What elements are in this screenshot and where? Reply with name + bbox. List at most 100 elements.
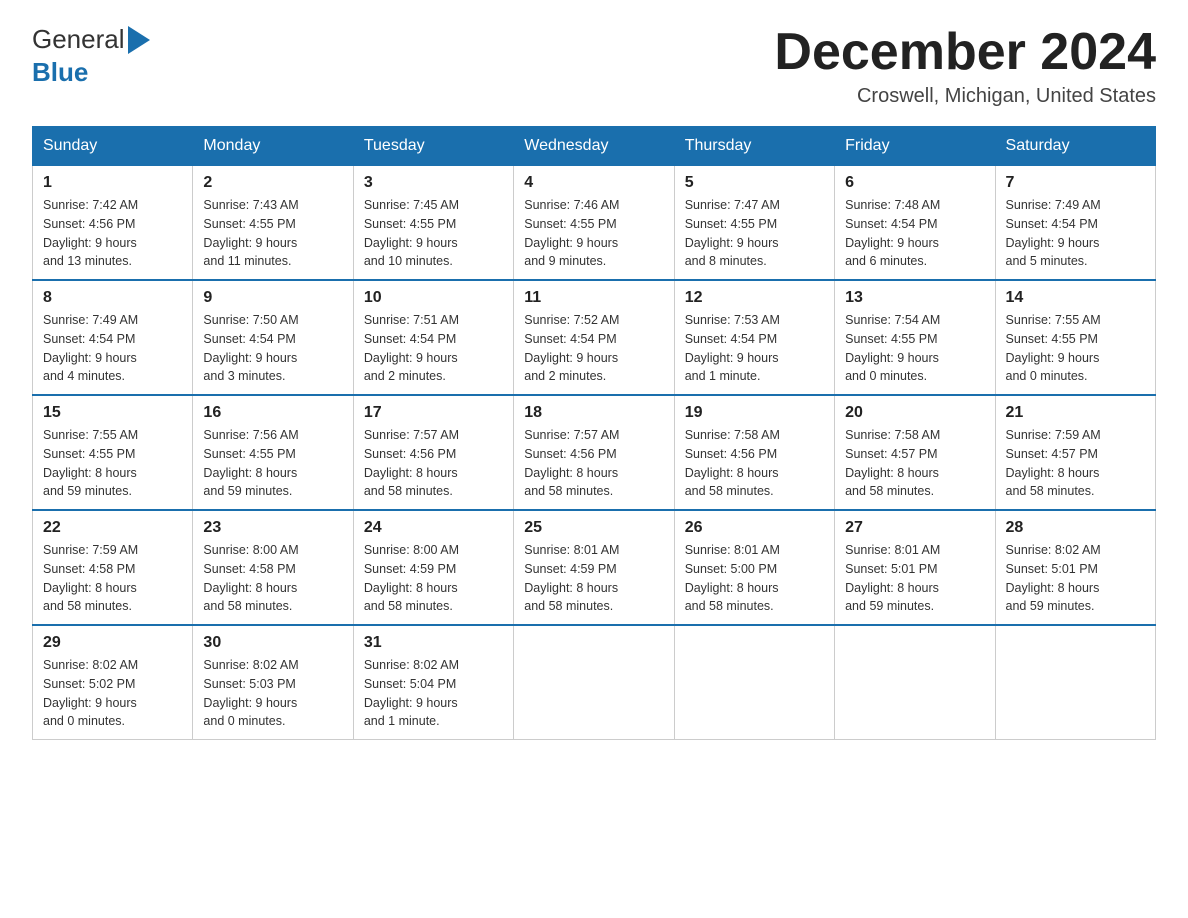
day-number: 15 (43, 404, 182, 422)
logo-blue: Blue (32, 57, 88, 88)
day-number: 10 (364, 289, 503, 307)
day-number: 25 (524, 519, 663, 537)
day-info: Sunrise: 7:53 AMSunset: 4:54 PMDaylight:… (685, 311, 824, 386)
weekday-header-thursday: Thursday (674, 127, 834, 166)
calendar-day-11: 11 Sunrise: 7:52 AMSunset: 4:54 PMDayligh… (514, 280, 674, 395)
day-info: Sunrise: 7:51 AMSunset: 4:54 PMDaylight:… (364, 311, 503, 386)
calendar-day-27: 27 Sunrise: 8:01 AMSunset: 5:01 PMDayligh… (835, 510, 995, 625)
day-number: 6 (845, 174, 984, 192)
day-info: Sunrise: 7:47 AMSunset: 4:55 PMDaylight:… (685, 196, 824, 271)
day-number: 3 (364, 174, 503, 192)
empty-cell (514, 625, 674, 740)
day-number: 1 (43, 174, 182, 192)
calendar-day-13: 13 Sunrise: 7:54 AMSunset: 4:55 PMDayligh… (835, 280, 995, 395)
day-info: Sunrise: 7:58 AMSunset: 4:56 PMDaylight:… (685, 426, 824, 501)
calendar-week-4: 22 Sunrise: 7:59 AMSunset: 4:58 PMDayligh… (33, 510, 1156, 625)
day-number: 12 (685, 289, 824, 307)
calendar-day-9: 9 Sunrise: 7:50 AMSunset: 4:54 PMDaylight… (193, 280, 353, 395)
calendar-day-25: 25Sunrise: 8:01 AMSunset: 4:59 PMDayligh… (514, 510, 674, 625)
calendar-title-area: December 2024 Croswell, Michigan, United… (774, 24, 1156, 108)
day-info: Sunrise: 7:56 AMSunset: 4:55 PMDaylight:… (203, 426, 342, 501)
calendar-day-28: 28 Sunrise: 8:02 AMSunset: 5:01 PMDayligh… (995, 510, 1155, 625)
weekday-header-row: SundayMondayTuesdayWednesdayThursdayFrid… (33, 127, 1156, 166)
calendar-title: December 2024 (774, 24, 1156, 81)
calendar-day-1: 1 Sunrise: 7:42 AMSunset: 4:56 PMDaylight… (33, 166, 193, 281)
day-info: Sunrise: 7:49 AMSunset: 4:54 PMDaylight:… (43, 311, 182, 386)
day-info: Sunrise: 7:50 AMSunset: 4:54 PMDaylight:… (203, 311, 342, 386)
day-number: 17 (364, 404, 503, 422)
day-number: 16 (203, 404, 342, 422)
day-number: 13 (845, 289, 984, 307)
day-number: 22 (43, 519, 182, 537)
day-info: Sunrise: 7:57 AMSunset: 4:56 PMDaylight:… (524, 426, 663, 501)
calendar-day-7: 7 Sunrise: 7:49 AMSunset: 4:54 PMDaylight… (995, 166, 1155, 281)
day-number: 18 (524, 404, 663, 422)
calendar-day-24: 24Sunrise: 8:00 AMSunset: 4:59 PMDayligh… (353, 510, 513, 625)
day-info: Sunrise: 8:02 AMSunset: 5:04 PMDaylight:… (364, 656, 503, 731)
day-number: 29 (43, 634, 182, 652)
calendar-day-20: 20 Sunrise: 7:58 AMSunset: 4:57 PMDayligh… (835, 395, 995, 510)
day-info: Sunrise: 7:52 AMSunset: 4:54 PMDaylight:… (524, 311, 663, 386)
day-number: 7 (1006, 174, 1145, 192)
day-info: Sunrise: 7:58 AMSunset: 4:57 PMDaylight:… (845, 426, 984, 501)
calendar-week-5: 29 Sunrise: 8:02 AMSunset: 5:02 PMDayligh… (33, 625, 1156, 740)
calendar-day-17: 17 Sunrise: 7:57 AMSunset: 4:56 PMDayligh… (353, 395, 513, 510)
calendar-day-10: 10 Sunrise: 7:51 AMSunset: 4:54 PMDayligh… (353, 280, 513, 395)
day-info: Sunrise: 7:54 AMSunset: 4:55 PMDaylight:… (845, 311, 984, 386)
calendar-day-15: 15 Sunrise: 7:55 AMSunset: 4:55 PMDayligh… (33, 395, 193, 510)
day-number: 19 (685, 404, 824, 422)
calendar-day-31: 31 Sunrise: 8:02 AMSunset: 5:04 PMDayligh… (353, 625, 513, 740)
empty-cell (674, 625, 834, 740)
calendar-day-2: 2Sunrise: 7:43 AMSunset: 4:55 PMDaylight… (193, 166, 353, 281)
day-number: 21 (1006, 404, 1145, 422)
day-number: 31 (364, 634, 503, 652)
calendar-day-21: 21 Sunrise: 7:59 AMSunset: 4:57 PMDayligh… (995, 395, 1155, 510)
logo-general: General (32, 24, 125, 55)
day-info: Sunrise: 8:02 AMSunset: 5:01 PMDaylight:… (1006, 541, 1145, 616)
day-number: 14 (1006, 289, 1145, 307)
day-number: 28 (1006, 519, 1145, 537)
day-info: Sunrise: 7:49 AMSunset: 4:54 PMDaylight:… (1006, 196, 1145, 271)
weekday-header-saturday: Saturday (995, 127, 1155, 166)
calendar-day-30: 30 Sunrise: 8:02 AMSunset: 5:03 PMDayligh… (193, 625, 353, 740)
day-number: 9 (203, 289, 342, 307)
day-number: 26 (685, 519, 824, 537)
day-number: 5 (685, 174, 824, 192)
day-number: 8 (43, 289, 182, 307)
calendar-day-8: 8 Sunrise: 7:49 AMSunset: 4:54 PMDaylight… (33, 280, 193, 395)
day-info: Sunrise: 7:59 AMSunset: 4:57 PMDaylight:… (1006, 426, 1145, 501)
day-number: 2 (203, 174, 342, 192)
day-info: Sunrise: 7:55 AMSunset: 4:55 PMDaylight:… (43, 426, 182, 501)
calendar-day-19: 19 Sunrise: 7:58 AMSunset: 4:56 PMDayligh… (674, 395, 834, 510)
calendar-day-3: 3 Sunrise: 7:45 AMSunset: 4:55 PMDaylight… (353, 166, 513, 281)
day-info: Sunrise: 7:55 AMSunset: 4:55 PMDaylight:… (1006, 311, 1145, 386)
calendar-day-12: 12 Sunrise: 7:53 AMSunset: 4:54 PMDayligh… (674, 280, 834, 395)
day-number: 30 (203, 634, 342, 652)
day-info: Sunrise: 8:02 AMSunset: 5:02 PMDaylight:… (43, 656, 182, 731)
day-info: Sunrise: 7:48 AMSunset: 4:54 PMDaylight:… (845, 196, 984, 271)
day-number: 27 (845, 519, 984, 537)
weekday-header-tuesday: Tuesday (353, 127, 513, 166)
logo: GeneralBlue (32, 24, 150, 88)
day-info: Sunrise: 8:02 AMSunset: 5:03 PMDaylight:… (203, 656, 342, 731)
empty-cell (995, 625, 1155, 740)
day-number: 11 (524, 289, 663, 307)
day-info: Sunrise: 8:00 AMSunset: 4:59 PMDaylight:… (364, 541, 503, 616)
calendar-day-16: 16 Sunrise: 7:56 AMSunset: 4:55 PMDayligh… (193, 395, 353, 510)
day-info: Sunrise: 7:46 AMSunset: 4:55 PMDaylight:… (524, 196, 663, 271)
day-info: Sunrise: 8:01 AMSunset: 5:01 PMDaylight:… (845, 541, 984, 616)
calendar-day-26: 26 Sunrise: 8:01 AMSunset: 5:00 PMDayligh… (674, 510, 834, 625)
weekday-header-wednesday: Wednesday (514, 127, 674, 166)
calendar-subtitle: Croswell, Michigan, United States (774, 85, 1156, 108)
day-info: Sunrise: 7:59 AMSunset: 4:58 PMDaylight:… (43, 541, 182, 616)
day-info: Sunrise: 7:42 AMSunset: 4:56 PMDaylight:… (43, 196, 182, 271)
day-info: Sunrise: 7:57 AMSunset: 4:56 PMDaylight:… (364, 426, 503, 501)
day-info: Sunrise: 7:45 AMSunset: 4:55 PMDaylight:… (364, 196, 503, 271)
calendar-day-5: 5 Sunrise: 7:47 AMSunset: 4:55 PMDaylight… (674, 166, 834, 281)
calendar-week-2: 8 Sunrise: 7:49 AMSunset: 4:54 PMDaylight… (33, 280, 1156, 395)
day-number: 20 (845, 404, 984, 422)
day-info: Sunrise: 8:01 AMSunset: 5:00 PMDaylight:… (685, 541, 824, 616)
calendar-day-6: 6 Sunrise: 7:48 AMSunset: 4:54 PMDaylight… (835, 166, 995, 281)
page-header: GeneralBlue December 2024 Croswell, Mich… (32, 24, 1156, 108)
day-number: 4 (524, 174, 663, 192)
